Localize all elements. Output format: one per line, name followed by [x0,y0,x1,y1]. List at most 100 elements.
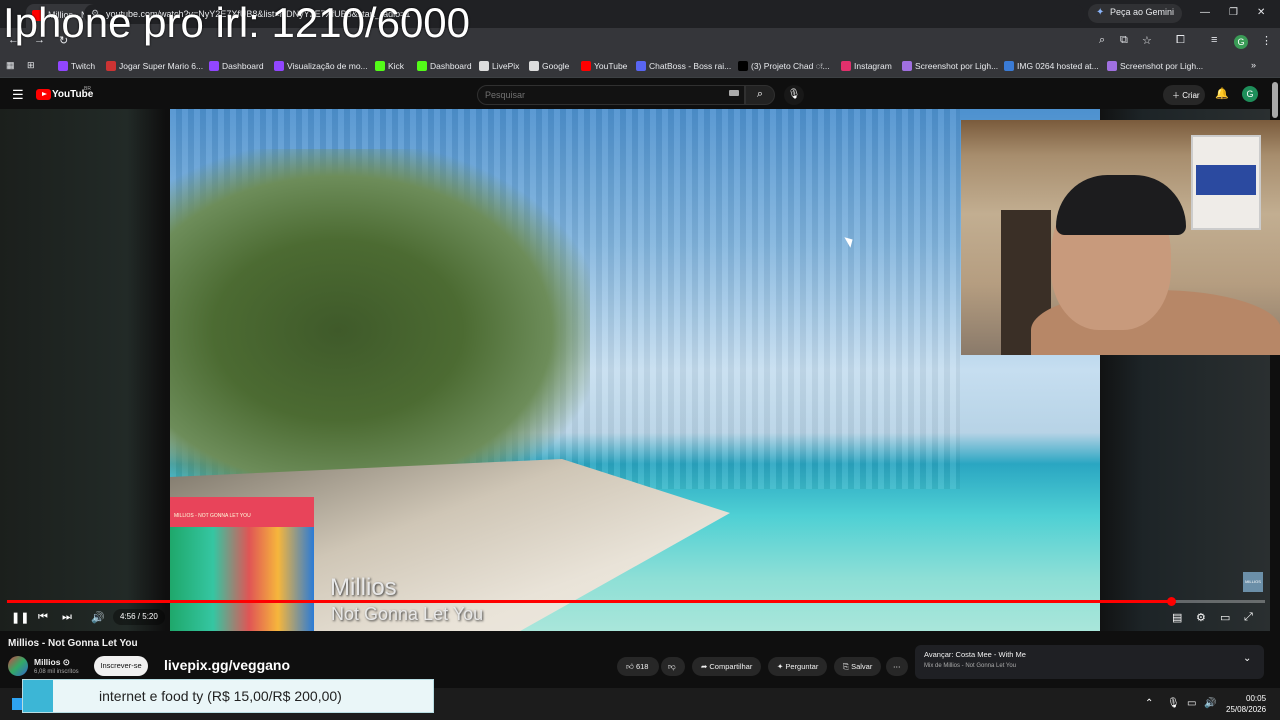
video-progress-bar[interactable] [7,597,1265,606]
zoom-icon[interactable]: ⌕ [1099,34,1105,47]
apps-icon[interactable]: ▦ [6,60,15,71]
bookmark-item[interactable]: Instagram [841,61,892,71]
bookmark-favicon-icon [581,61,591,71]
grid-icon[interactable]: ⊞ [27,60,35,71]
tray-mic-icon[interactable]: 🎙 [1167,698,1180,709]
progress-fill [7,600,1171,603]
bookmark-label: Visualização de mo... [287,61,368,71]
bookmark-item[interactable]: Dashboard [209,61,264,71]
gemini-button[interactable]: ✦ Peça ao Gemini [1088,4,1183,23]
youtube-logo-icon[interactable] [36,89,51,100]
search-icon: ⌕ [756,88,764,100]
bookmark-favicon-icon [1107,61,1117,71]
ask-button[interactable]: ✦ Perguntar [768,657,828,676]
thumbs-up-icon: 👍︎ [626,662,634,671]
more-horizontal-icon: ⋯ [893,662,901,671]
bookmark-star-icon[interactable]: ☆ [1142,34,1152,47]
tray-chevron-icon[interactable]: ⌃ [1145,698,1153,709]
theater-mode-icon[interactable]: ▭ [1220,611,1230,624]
webcam-clothes [1196,165,1256,195]
tray-volume-icon[interactable]: 🔊 [1204,698,1216,709]
video-palm-trees [170,149,590,479]
bookmark-item[interactable]: Screenshot por Ligh... [902,61,998,71]
bookmark-label: Jogar Super Mario 6... [119,61,204,71]
search-input[interactable]: Pesquisar [477,85,745,105]
subtitles-icon[interactable]: ▤ [1172,611,1182,624]
bookmark-item[interactable]: LivePix [479,61,519,71]
fullscreen-icon[interactable]: ⤢ [1244,611,1253,624]
video-artist-caption: Millios [330,574,397,601]
profile-avatar[interactable]: G [1234,35,1248,49]
save-button[interactable]: ⎘ Salvar [834,657,882,676]
bookmark-item[interactable]: Kick [375,61,404,71]
dislike-button[interactable]: 👎︎ [661,657,685,676]
voice-search-button[interactable]: 🎙 [784,85,804,105]
share-icon: ➦ [701,662,708,671]
bookmark-item[interactable]: Google [529,61,569,71]
media-control-icon[interactable]: ≡ [1211,34,1217,46]
hamburger-menu-icon[interactable]: ☰ [12,87,24,103]
donation-alert: internet e food ty (R$ 15,00/R$ 200,00) [22,679,434,713]
previous-icon[interactable]: ⏮ [38,611,48,624]
up-next-title: Avançar: Costa Mee - With Me [924,650,1026,659]
video-song-caption: Not Gonna Let You [331,604,484,624]
search-button[interactable]: ⌕ [745,85,775,105]
taskbar-clock[interactable]: 00:05 [1246,694,1266,703]
like-count: 618 [635,662,649,671]
bookmark-favicon-icon [209,61,219,71]
livepix-overlay-text: livepix.gg/veggano [164,657,291,673]
bookmark-item[interactable]: Visualização de mo... [274,61,368,71]
bookmark-favicon-icon [479,61,489,71]
bookmark-icon: ⎘ [843,662,849,671]
channel-avatar[interactable] [8,656,28,676]
subscribe-button[interactable]: Inscrever-se [94,656,148,676]
settings-gear-icon[interactable]: ⚙ [1196,611,1206,624]
install-icon[interactable]: ⧉ [1120,34,1128,47]
like-button[interactable]: 👍︎ 618 [617,657,659,676]
bookmark-label: Twitch [71,61,96,71]
chevron-down-icon[interactable]: ⌄ [1243,653,1251,664]
keyboard-icon[interactable] [729,90,739,96]
bookmark-label: YouTube [594,61,628,71]
minimize-icon[interactable]: — [1200,7,1210,18]
pause-icon[interactable]: ❚❚ [11,611,29,624]
channel-name[interactable]: Millios ⊙ [34,657,70,668]
ask-label: Perguntar [785,662,819,671]
page-scrollbar[interactable] [1272,82,1278,118]
bookmark-favicon-icon [375,61,385,71]
bookmark-item[interactable]: Dashboard [417,61,472,71]
bookmark-item[interactable]: Jogar Super Mario 6... [106,61,203,71]
extensions-icon[interactable]: ⧠ [1176,34,1185,47]
close-window-icon[interactable]: ✕ [1257,7,1265,18]
bookmark-label: Screenshot por Ligh... [915,61,999,71]
bookmark-item[interactable]: Screenshot por Ligh... [1107,61,1203,71]
browser-menu-icon[interactable]: ⋮ [1261,34,1272,47]
notifications-bell-icon[interactable]: 🔔 [1215,87,1229,100]
channel-watermark[interactable]: MILLIOS [1243,572,1263,592]
next-icon[interactable]: ⏭ [62,611,72,624]
create-button[interactable]: ＋ Criar [1163,85,1205,105]
progress-scrubber[interactable] [1166,597,1176,606]
sparkle-icon: ✦ [777,662,784,671]
youtube-avatar[interactable]: G [1242,86,1258,102]
maximize-icon[interactable]: ❐ [1229,7,1238,18]
taskbar-date[interactable]: 25/08/2026 [1226,705,1266,714]
tray-network-icon[interactable]: ▭ [1187,698,1196,709]
create-label: Criar [1182,91,1200,100]
volume-icon[interactable]: 🔊 [91,611,105,624]
up-next-playlist: Mix de Millios - Not Gonna Let You [924,663,1017,669]
share-button[interactable]: ➦ Compartilhar [692,657,762,676]
more-actions-button[interactable]: ⋯ [886,657,908,676]
bookmark-item[interactable]: Twitch [58,61,95,71]
bookmark-favicon-icon [636,61,646,71]
bookmark-label: IMG 0264 hosted at... [1017,61,1099,71]
bookmark-label: Instagram [854,61,892,71]
bookmark-item[interactable]: YouTube [581,61,627,71]
bookmark-item[interactable]: ChatBoss - Boss rai... [636,61,731,71]
bookmark-item[interactable]: (3) Projeto Chad ः... [738,61,830,72]
gemini-label: Peça ao Gemini [1110,7,1175,17]
bookmark-item[interactable]: IMG 0264 hosted at... [1004,61,1099,71]
more-bookmarks-icon[interactable]: » [1251,60,1256,70]
bookmark-favicon-icon [841,61,851,71]
bookmark-label: ChatBoss - Boss rai... [649,61,732,71]
